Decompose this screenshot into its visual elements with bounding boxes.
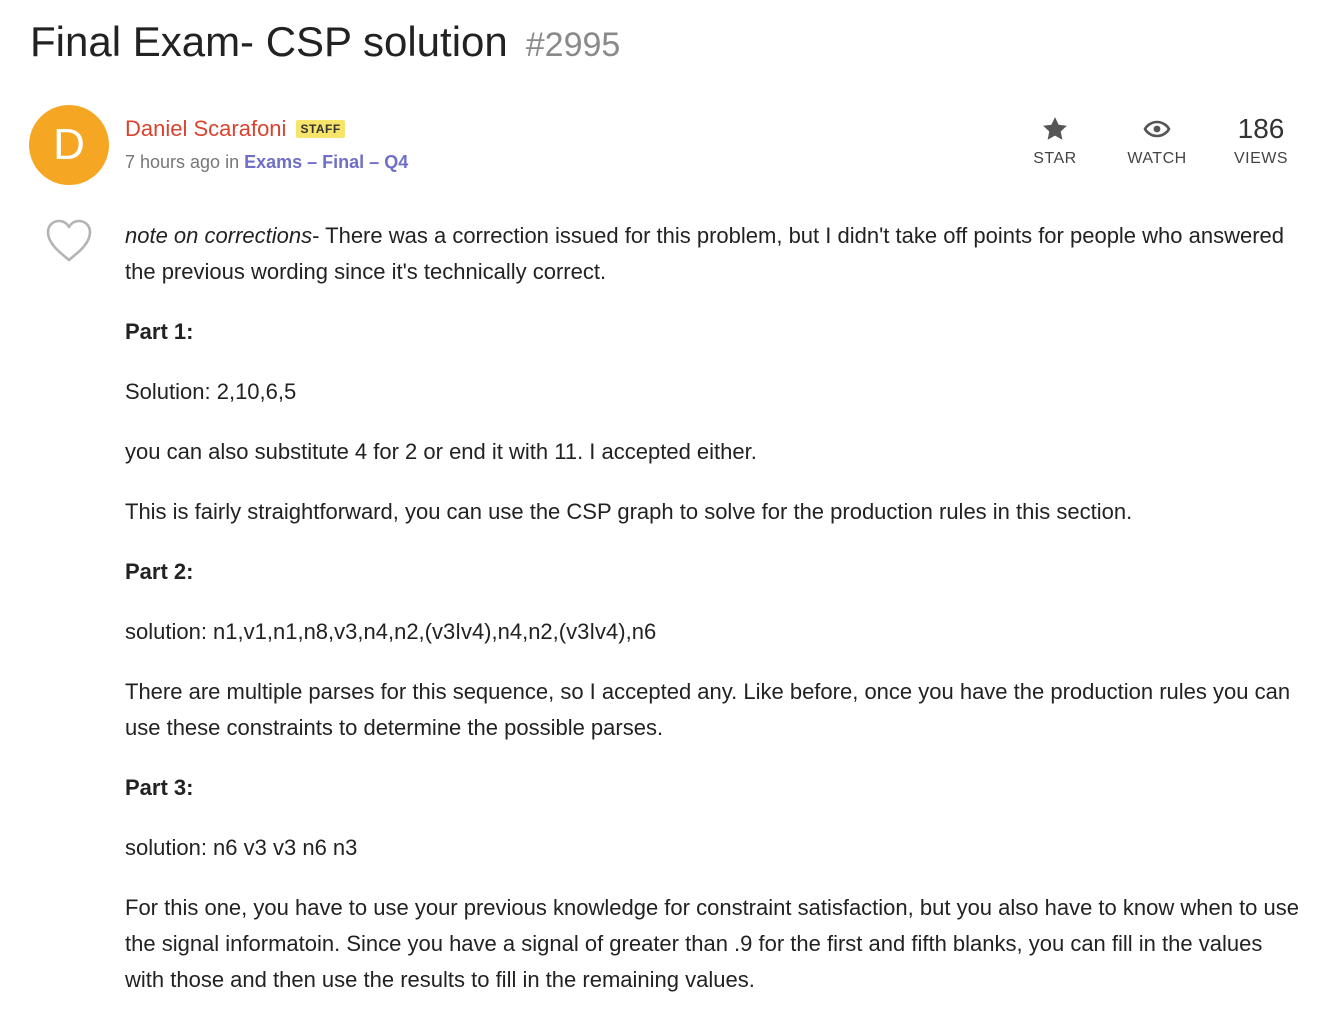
- views-label: VIEWS: [1233, 150, 1289, 167]
- part3-explanation: For this one, you have to use your previ…: [125, 895, 1300, 992]
- staff-badge: STAFF: [296, 120, 345, 138]
- star-label: STAR: [1033, 150, 1077, 167]
- star-icon: [1043, 117, 1067, 140]
- part3-solution: solution: n6 v3 v3 n6 n3: [125, 835, 358, 860]
- post-title: Final Exam- CSP solution: [30, 18, 508, 65]
- post-meta: 7 hours ago in Exams – Final – Q4: [125, 152, 408, 173]
- part2-explanation: There are multiple parses for this seque…: [125, 679, 1291, 740]
- part2-heading: Part 2:: [125, 559, 194, 584]
- post-time: 7 hours ago: [125, 152, 221, 172]
- part1-explanation: This is fairly straightforward, you can …: [125, 499, 1133, 524]
- avatar-initial: D: [53, 120, 85, 169]
- views-count: 186: [1237, 113, 1285, 144]
- post-in-word: in: [225, 152, 240, 172]
- post-body: note on corrections- There was a correct…: [125, 218, 1305, 1018]
- avatar[interactable]: D: [29, 105, 109, 185]
- author-row: Daniel Scarafoni STAFF: [125, 116, 345, 142]
- watch-button[interactable]: WATCH: [1112, 110, 1202, 168]
- part1-alternative: you can also substitute 4 for 2 or end i…: [125, 439, 757, 464]
- correction-note-emphasis: note on corrections: [125, 223, 313, 248]
- part1-solution: Solution: 2,10,6,5: [125, 379, 297, 404]
- post-actions: STAR WATCH 186 VIEWS: [1010, 110, 1310, 182]
- views-stat: 186 VIEWS: [1216, 110, 1306, 168]
- category-link[interactable]: Exams – Final – Q4: [244, 152, 408, 172]
- post-page: Final Exam- CSP solution #2995 D Daniel …: [0, 0, 1340, 1018]
- author-name[interactable]: Daniel Scarafoni: [125, 116, 286, 142]
- correction-note: note on corrections- There was a correct…: [125, 218, 1305, 290]
- like-button[interactable]: [44, 218, 94, 264]
- title-row: Final Exam- CSP solution #2995: [30, 18, 620, 66]
- part2-solution: solution: n1,v1,n1,n8,v3,n4,n2,(v3ǀv4),n…: [125, 619, 657, 644]
- star-button[interactable]: STAR: [1010, 110, 1100, 168]
- part3-heading: Part 3:: [125, 775, 194, 800]
- post-number: #2995: [525, 26, 621, 64]
- heart-icon: [46, 219, 92, 262]
- watch-label: WATCH: [1127, 150, 1187, 167]
- eye-icon: [1143, 120, 1171, 138]
- part1-heading: Part 1:: [125, 319, 194, 344]
